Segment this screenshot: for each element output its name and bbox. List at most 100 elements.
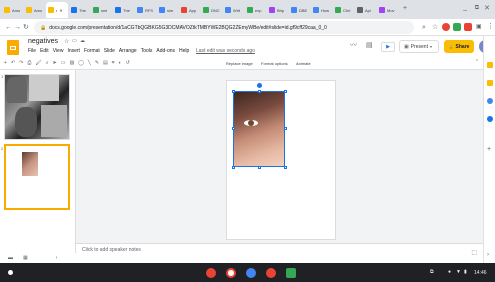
browser-tab[interactable]: Amo: [24, 2, 45, 18]
browser-tab[interactable]: Amo: [2, 2, 23, 18]
menu-item-help[interactable]: Help: [179, 48, 189, 54]
reset-image-icon[interactable]: ↺: [126, 60, 130, 66]
browser-tab[interactable]: Api: [355, 2, 376, 18]
resize-handle[interactable]: [284, 166, 287, 169]
star-icon[interactable]: ☆: [64, 39, 69, 45]
selected-image[interactable]: [233, 91, 285, 167]
menu-item-slide[interactable]: Slide: [104, 48, 115, 54]
mask-icon[interactable]: ◐: [119, 60, 122, 66]
close-tab-icon[interactable]: ✕: [59, 8, 62, 13]
filmstrip-view-icon[interactable]: ▬: [8, 255, 13, 261]
browser-tab[interactable]: The: [113, 2, 134, 18]
screen-capture-icon[interactable]: ⧉: [430, 270, 434, 275]
browser-tab[interactable]: r ✕: [46, 2, 68, 18]
expand-panel-icon[interactable]: ›: [487, 252, 489, 258]
shape-icon[interactable]: ◯: [78, 60, 84, 66]
comments-icon[interactable]: ▤: [366, 42, 373, 49]
close-window-icon[interactable]: ✕: [484, 5, 490, 12]
contacts-icon[interactable]: [487, 116, 493, 122]
rotate-handle[interactable]: [257, 83, 262, 88]
browser-tab[interactable]: smi: [91, 2, 112, 18]
slides-logo[interactable]: [7, 40, 19, 55]
extension-icon[interactable]: [464, 23, 472, 31]
notification-icon[interactable]: ●: [448, 270, 451, 275]
slide-canvas[interactable]: [226, 80, 336, 240]
document-title[interactable]: negatives: [28, 38, 58, 45]
chevron-down-icon[interactable]: ▾: [430, 44, 432, 49]
resize-handle[interactable]: [232, 127, 235, 130]
resize-handle[interactable]: [258, 90, 261, 93]
format-options-button[interactable]: Format options: [261, 61, 288, 66]
gmail-icon[interactable]: [226, 268, 236, 278]
tasks-icon[interactable]: [487, 98, 493, 104]
add-addon-icon[interactable]: +: [487, 146, 491, 153]
keep-icon[interactable]: [487, 62, 493, 68]
image-icon[interactable]: ▨: [69, 60, 74, 66]
browser-tab[interactable]: Chri: [333, 2, 354, 18]
menu-item-add-ons[interactable]: Add-ons: [156, 48, 175, 54]
comment-icon[interactable]: ▤: [103, 60, 108, 66]
browser-tab[interactable]: RFS: [135, 2, 156, 18]
calendar-icon[interactable]: [487, 80, 493, 86]
battery-icon[interactable]: ▮: [464, 270, 467, 275]
browser-tab[interactable]: App: [179, 2, 200, 18]
zoom-icon[interactable]: ⌕: [422, 24, 426, 31]
browser-tab[interactable]: Mov: [377, 2, 398, 18]
menu-item-file[interactable]: File: [28, 48, 36, 54]
crop-icon[interactable]: ⌗: [112, 60, 115, 66]
extension-icon[interactable]: [442, 23, 450, 31]
maximize-icon[interactable]: ⧉: [475, 5, 479, 11]
menu-item-view[interactable]: View: [53, 48, 64, 54]
grid-view-icon[interactable]: ▦: [23, 255, 28, 261]
resize-handle[interactable]: [284, 127, 287, 130]
undo-icon[interactable]: ↶: [11, 60, 15, 66]
select-cursor-icon[interactable]: ➤: [53, 60, 57, 66]
browser-tab[interactable]: The: [69, 2, 90, 18]
replace-image-button[interactable]: Replace image: [226, 61, 253, 66]
speaker-notes[interactable]: Click to add speaker notes: [76, 243, 483, 263]
resize-handle[interactable]: [232, 166, 235, 169]
browser-tab[interactable]: DBE: [289, 2, 310, 18]
browser-tab[interactable]: Bhp: [267, 2, 288, 18]
menu-item-edit[interactable]: Edit: [40, 48, 49, 54]
activity-trend-icon[interactable]: 〰: [350, 42, 357, 49]
move-folder-icon[interactable]: ▭: [72, 39, 77, 44]
docs-icon[interactable]: [246, 268, 256, 278]
print-icon[interactable]: ⎙: [27, 60, 31, 66]
menu-item-format[interactable]: Format: [84, 48, 100, 54]
browser-tab[interactable]: exp: [245, 2, 266, 18]
chrome-menu-icon[interactable]: ⋮: [487, 23, 494, 30]
menu-item-arrange[interactable]: Arrange: [119, 48, 137, 54]
last-edit-link[interactable]: Last edit was seconds ago: [196, 48, 255, 54]
minimize-icon[interactable]: –: [463, 7, 467, 14]
new-tab-button[interactable]: +: [403, 5, 407, 12]
resize-handle[interactable]: [284, 90, 287, 93]
forward-icon[interactable]: →: [14, 24, 21, 31]
collapse-panel-icon[interactable]: ‹: [56, 255, 58, 261]
share-button[interactable]: 🔒 Share: [444, 40, 474, 53]
animate-button[interactable]: Animate: [296, 61, 311, 66]
present-button[interactable]: ▣ Present ▾: [399, 40, 439, 53]
reload-icon[interactable]: ↻: [23, 24, 29, 31]
explore-icon[interactable]: ⬚: [471, 250, 477, 256]
resize-handle[interactable]: [232, 90, 235, 93]
zoom-icon[interactable]: ⌕: [46, 60, 49, 66]
text-box-icon[interactable]: ▭: [61, 60, 66, 66]
pen-icon[interactable]: ✎: [95, 60, 99, 66]
line-icon[interactable]: ╲: [88, 60, 91, 66]
browser-tab[interactable]: How: [311, 2, 332, 18]
slide-thumbnail-selected[interactable]: [4, 144, 70, 210]
meet-button[interactable]: ▶: [381, 42, 395, 52]
clock-time[interactable]: 14:46: [474, 270, 487, 276]
menu-item-tools[interactable]: Tools: [141, 48, 153, 54]
paint-format-icon[interactable]: 🖌: [35, 60, 41, 66]
resize-handle[interactable]: [258, 166, 261, 169]
wifi-icon[interactable]: ▼: [456, 270, 461, 275]
browser-tab[interactable]: sim: [157, 2, 178, 18]
chrome-icon[interactable]: [206, 268, 216, 278]
extension-icon[interactable]: [453, 23, 461, 31]
menu-item-insert[interactable]: Insert: [67, 48, 80, 54]
launcher-icon[interactable]: [8, 270, 13, 275]
add-slide-icon[interactable]: +: [4, 60, 7, 66]
collapse-toolbar-icon[interactable]: ⌃: [475, 60, 479, 65]
